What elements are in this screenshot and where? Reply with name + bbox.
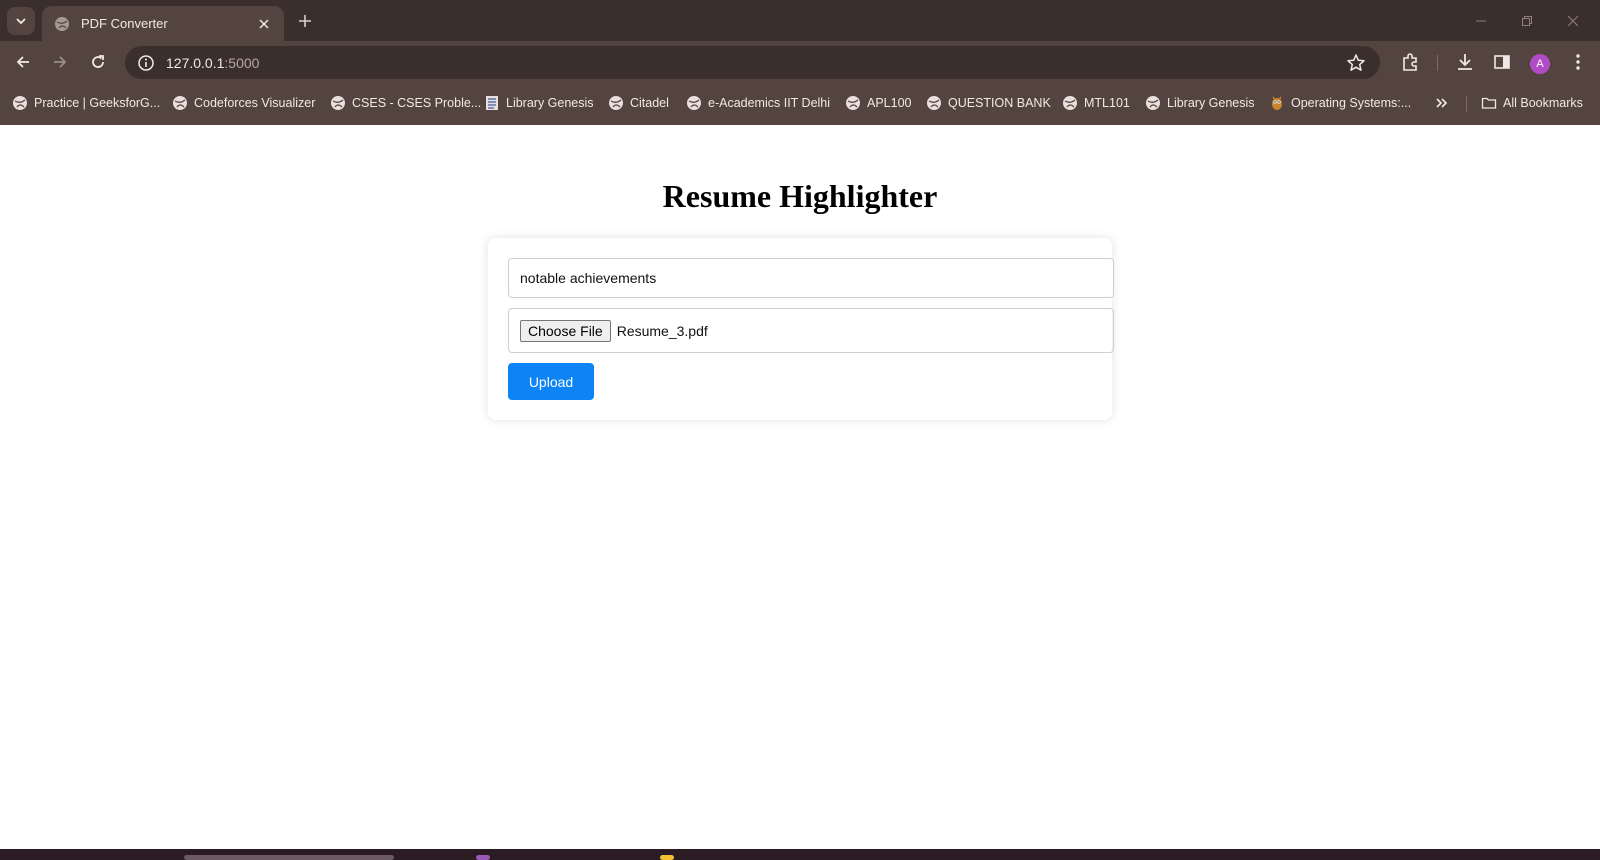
bookmark-label: Citadel [630,96,669,110]
globe-icon [173,96,187,110]
file-input[interactable]: Choose File Resume_3.pdf [508,308,1114,353]
taskbar-item[interactable] [184,855,394,860]
bookmark-label: CSES - CSES Proble... [352,96,482,110]
reload-button[interactable] [85,49,111,75]
bookmark-item[interactable]: e-Academics IIT Delhi [686,93,830,113]
reload-icon [92,55,104,68]
plus-icon [299,15,311,27]
owl-icon [1272,96,1282,110]
puzzle-icon [1403,53,1417,71]
bookmark-item[interactable]: Library Genesis [484,93,594,113]
selected-file-name: Resume_3.pdf [616,322,708,339]
bookmark-label: Operating Systems:... [1291,96,1412,110]
back-button[interactable] [10,49,36,75]
downloads-button[interactable] [1455,52,1475,72]
url-port: :5000 [224,54,260,71]
bookmark-item[interactable]: Codeforces Visualizer [172,93,315,113]
bookmark-label: Practice | GeeksforG... [34,96,161,110]
globe-icon [609,96,623,110]
bookmark-item[interactable]: CSES - CSES Proble... [330,93,481,113]
bookmark-item[interactable]: Operating Systems:... [1269,93,1411,113]
globe-icon [55,16,69,31]
close-icon [1567,15,1579,27]
folder-icon [1481,97,1497,109]
globe-icon [1146,96,1160,110]
taskbar-icon[interactable] [476,855,490,860]
globe-icon [13,96,27,110]
bookmark-label: QUESTION BANK [948,96,1051,110]
globe-icon [927,96,941,110]
bookmark-label: e-Academics IIT Delhi [708,96,831,110]
bookmarks-bar: Practice | GeeksforG... Codeforces Visua… [0,83,1600,125]
bookmark-item[interactable]: Citadel [608,93,669,113]
address-bar[interactable]: 127.0.0.1:5000 [125,46,1380,79]
browser-menu-button[interactable] [1568,52,1588,72]
bookmark-label: Library Genesis [506,96,594,110]
bookmark-item[interactable]: Practice | GeeksforG... [12,93,160,113]
bookmark-item[interactable]: APL100 [845,93,911,113]
url-host: 127.0.0.1 [166,54,225,71]
upload-button[interactable]: Upload [508,363,594,400]
bookmark-item[interactable]: Library Genesis [1145,93,1255,113]
all-bookmarks-label: All Bookmarks [1503,96,1583,110]
globe-icon [1063,96,1077,110]
toolbar-divider [1437,55,1438,71]
restore-icon [1522,16,1532,26]
arrow-left-icon [16,56,29,68]
arrow-right-icon [54,56,67,68]
globe-icon [331,96,345,110]
globe-icon [846,96,860,110]
double-chevron-right-icon [1436,98,1448,108]
taskbar-icon[interactable] [660,855,674,860]
globe-icon [687,96,701,110]
tab-title: PDF Converter [81,16,168,31]
chevron-down-icon [16,18,26,25]
choose-file-button[interactable]: Choose File [520,319,611,342]
bookmark-label: MTL101 [1084,96,1130,110]
star-icon[interactable] [1346,53,1366,73]
bookmark-item[interactable]: MTL101 [1062,93,1130,113]
bookmarks-divider [1466,96,1467,112]
bookmark-label: APL100 [867,96,912,110]
tab-search-button[interactable] [7,7,35,35]
more-bookmarks-button[interactable] [1432,93,1452,113]
close-window-button[interactable] [1562,10,1584,32]
forward-button[interactable] [47,49,73,75]
close-tab-button[interactable] [256,16,272,32]
side-panel-button[interactable] [1492,52,1512,72]
bookmark-label: Codeforces Visualizer [194,96,316,110]
os-taskbar [0,849,1600,860]
minimize-icon [1476,20,1486,22]
minimize-button[interactable] [1470,10,1492,32]
restore-button[interactable] [1516,10,1538,32]
extensions-button[interactable] [1400,52,1420,72]
upload-form-card: Choose File Resume_3.pdf Upload [488,238,1114,420]
new-tab-button[interactable] [294,10,316,32]
tab-strip: PDF Converter [0,0,1600,41]
bookmark-label: Library Genesis [1167,96,1255,110]
tab-active[interactable]: PDF Converter [42,6,284,41]
all-bookmarks-button[interactable]: All Bookmarks [1481,93,1583,113]
keyword-input[interactable] [508,258,1114,298]
profile-avatar[interactable]: A [1530,54,1550,74]
browser-toolbar: 127.0.0.1:5000 A [0,41,1600,83]
side-panel-icon [1494,55,1510,69]
download-icon [1458,54,1472,70]
libgen-icon [486,96,498,110]
bookmark-item[interactable]: QUESTION BANK [926,93,1051,113]
more-vertical-icon [1576,54,1580,70]
page-title: Resume Highlighter [662,178,938,214]
close-icon [259,18,269,29]
info-icon[interactable] [137,54,155,72]
